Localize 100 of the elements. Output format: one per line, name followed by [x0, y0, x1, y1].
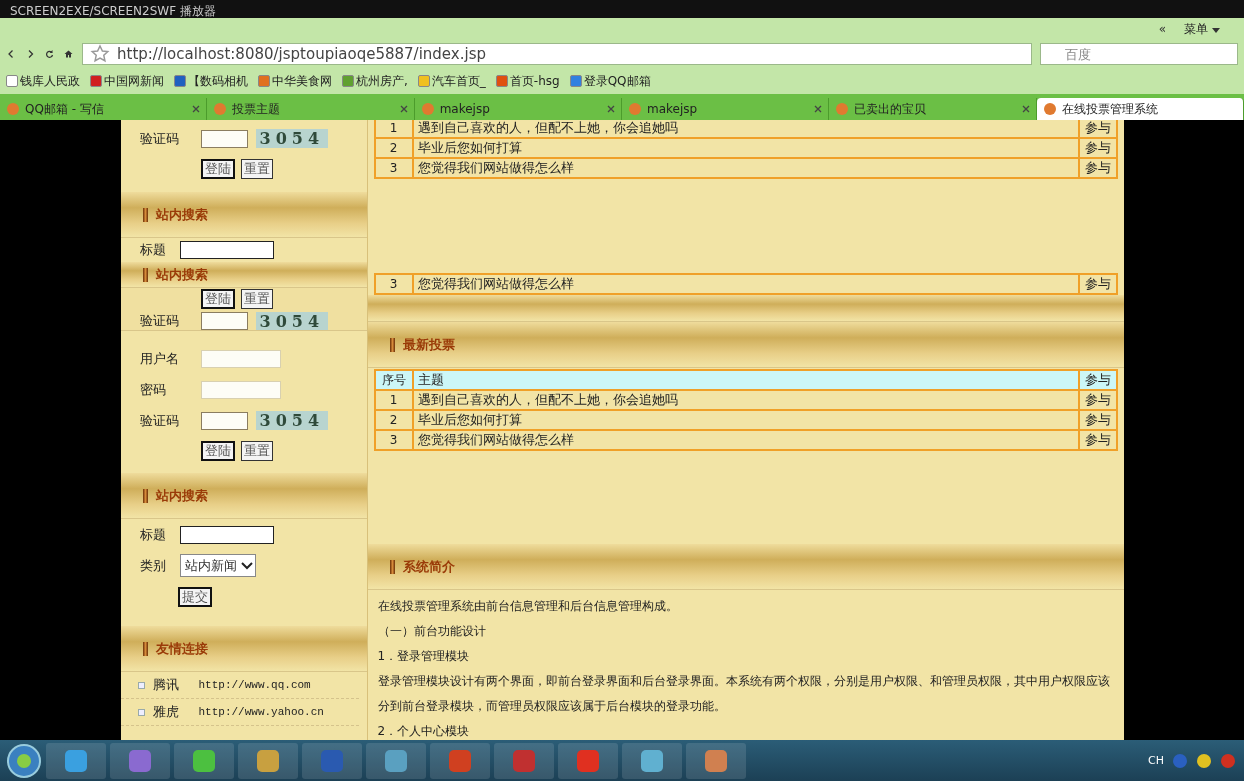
close-icon[interactable] — [1021, 105, 1030, 113]
intro-paragraph: （一）前台功能设计 — [377, 623, 487, 640]
reset-button[interactable]: 重置 — [240, 289, 273, 309]
table-cell: 3 — [374, 274, 413, 294]
captcha-field[interactable] — [200, 129, 248, 148]
title-field[interactable] — [179, 525, 274, 544]
reset-button[interactable]: 重置 — [240, 159, 273, 179]
tray-icon[interactable] — [1196, 752, 1212, 769]
table-cell: 您觉得我们网站做得怎么样 — [412, 158, 1079, 178]
captcha-image: 3054 — [255, 129, 329, 148]
column-header: 主题 — [412, 370, 1079, 390]
chevron-icon — [240, 561, 253, 570]
join-link[interactable]: 参与 — [1078, 158, 1117, 178]
column-header: 参与 — [1078, 370, 1117, 390]
link-url[interactable]: http://www.yahoo.cn — [198, 706, 324, 718]
bookmark[interactable]: 钱库人民政 — [6, 72, 80, 90]
app-icon — [63, 747, 89, 774]
bar-icon — [142, 207, 148, 222]
table-cell: 遇到自己喜欢的人，但配不上她，你会追她吗 — [412, 390, 1079, 410]
menu-button[interactable]: 菜单 — [1180, 20, 1224, 38]
taskbar-app[interactable] — [46, 742, 106, 779]
bookmark[interactable]: 汽车首页_ — [417, 72, 486, 90]
bookmark[interactable]: 登录QQ邮箱 — [569, 72, 651, 90]
app-icon — [255, 747, 281, 774]
close-icon[interactable] — [192, 105, 201, 113]
start-button[interactable] — [6, 742, 42, 779]
section-title: 站内搜索 — [155, 265, 208, 284]
intro-paragraph: 2．个人中心模块 — [377, 723, 471, 740]
taskbar-app[interactable] — [174, 742, 234, 779]
taskbar-app[interactable] — [622, 742, 682, 779]
app-icon — [639, 747, 665, 774]
taskbar-app[interactable] — [686, 742, 746, 779]
taskbar-app[interactable] — [238, 742, 298, 779]
bar-icon — [142, 488, 148, 503]
bar-icon — [142, 267, 148, 282]
link-name[interactable]: 腾讯 — [152, 676, 189, 694]
field-label: 标题 — [139, 525, 167, 544]
collapse-icon[interactable]: « — [1158, 22, 1167, 36]
language-indicator[interactable]: CH — [1148, 754, 1164, 767]
app-icon — [447, 747, 473, 774]
field-label: 验证码 — [139, 411, 180, 430]
close-icon[interactable] — [814, 105, 823, 113]
intro-paragraph: 在线投票管理系统由前台信息管理和后台信息管理构成。 — [377, 598, 679, 615]
table-cell: 3 — [374, 430, 413, 450]
bullet-icon — [137, 681, 145, 689]
taskbar-app[interactable] — [366, 742, 426, 779]
table-cell: 毕业后您如何打算 — [412, 410, 1079, 430]
input-field[interactable] — [200, 349, 281, 368]
window-title: SCREEN2EXE/SCREEN2SWF 播放器 — [10, 4, 216, 18]
app-icon — [127, 747, 153, 774]
join-link[interactable]: 参与 — [1078, 120, 1117, 138]
field-label: 验证码 — [139, 129, 180, 148]
address-bar[interactable]: http://localhost:8080/jsptoupiaoqe5887/index.jsp — [82, 43, 1032, 65]
field-label: 验证码 — [139, 312, 180, 330]
table-cell: 您觉得我们网站做得怎么样 — [412, 274, 1079, 294]
bar-icon — [389, 559, 395, 574]
table-cell: 3 — [374, 158, 413, 178]
captcha-field[interactable] — [200, 312, 248, 330]
bookmark[interactable]: 杭州房产, — [342, 72, 408, 90]
app-icon — [319, 747, 345, 774]
bookmark[interactable]: 中国网新闻 — [90, 72, 164, 90]
join-link[interactable]: 参与 — [1078, 410, 1117, 430]
app-icon — [703, 747, 729, 774]
url-text: http://localhost:8080/jsptoupiaoqe5887/index.jsp — [117, 45, 486, 63]
search-field[interactable]: 百度 — [1040, 43, 1238, 65]
bookmark[interactable]: 中华美食网 — [258, 72, 332, 90]
section-title: 站内搜索 — [155, 486, 208, 505]
caret-icon — [1212, 27, 1220, 33]
join-link[interactable]: 参与 — [1078, 138, 1117, 158]
bookmark[interactable]: 【数码相机 — [174, 72, 248, 90]
table-cell: 2 — [374, 138, 413, 158]
close-icon[interactable] — [399, 105, 408, 113]
login-button[interactable]: 登陆 — [200, 289, 235, 309]
reset-button[interactable]: 重置 — [240, 441, 273, 461]
close-icon[interactable] — [607, 105, 615, 113]
title-field[interactable] — [179, 241, 274, 259]
field-label: 用户名 — [139, 349, 180, 368]
browser-tab[interactable]: 在线投票管理系统 — [1036, 98, 1244, 120]
app-icon — [383, 747, 409, 774]
star-icon[interactable] — [89, 43, 111, 65]
link-name[interactable]: 雅虎 — [152, 703, 189, 721]
app-icon — [575, 747, 601, 774]
bookmark[interactable]: 首页-hsg — [495, 72, 560, 90]
intro-paragraph: 1．登录管理模块 — [377, 648, 471, 665]
link-url[interactable]: http://www.qq.com — [198, 679, 311, 691]
table-cell: 2 — [374, 410, 413, 430]
table-cell: 您觉得我们网站做得怎么样 — [412, 430, 1079, 450]
category-dropdown[interactable]: 站内新闻 — [179, 554, 256, 577]
input-field[interactable] — [200, 380, 281, 399]
section-title: 最新投票 — [402, 335, 455, 354]
table-cell: 1 — [374, 390, 413, 410]
bullet-icon — [137, 708, 145, 716]
captcha-field[interactable] — [200, 411, 248, 430]
login-button[interactable]: 登陆 — [200, 159, 235, 179]
app-icon — [511, 747, 537, 774]
submit-button[interactable]: 提交 — [177, 586, 212, 607]
join-link[interactable]: 参与 — [1078, 430, 1117, 450]
login-button[interactable]: 登陆 — [200, 441, 235, 461]
join-link[interactable]: 参与 — [1078, 390, 1117, 410]
captcha-image: 3054 — [255, 311, 329, 330]
